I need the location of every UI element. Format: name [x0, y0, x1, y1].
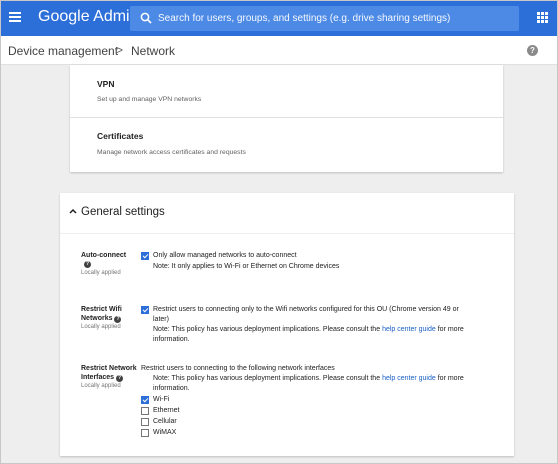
help-question-icon[interactable]: ?: [114, 316, 122, 323]
wifi-checkbox[interactable]: [141, 396, 149, 404]
auto-connect-status: Locally applied: [81, 270, 121, 276]
general-settings-title: General settings: [81, 206, 165, 218]
search-box[interactable]: [130, 6, 519, 31]
help-icon[interactable]: ?: [527, 45, 538, 56]
restrict-wifi-note-line2: information.: [153, 336, 190, 343]
restrict-interfaces-status: Locally applied: [81, 383, 121, 389]
restrict-wifi-label: Restrict Wifi Networks ?: [81, 306, 122, 323]
apps-grid-icon[interactable]: [537, 12, 548, 23]
help-question-icon[interactable]: ?: [84, 261, 91, 268]
help-center-guide-link[interactable]: help center guide: [382, 375, 436, 382]
breadcrumb: Device management > Network: [0, 36, 558, 65]
auto-connect-label: Auto-connect: [81, 252, 127, 259]
chevron-up-icon: [69, 208, 77, 214]
restrict-wifi-note: Note: This policy has various deployment…: [153, 326, 464, 333]
vpn-title: VPN: [97, 79, 115, 89]
auto-connect-note: Note: It only applies to Wi-Fi or Ethern…: [153, 263, 340, 270]
restrict-wifi-option-line1[interactable]: Restrict users to connecting only to the…: [153, 304, 459, 315]
certificates-description: Manage network access certificates and r…: [97, 149, 246, 156]
restrict-wifi-checkbox[interactable]: [141, 306, 149, 314]
section-divider: [60, 233, 514, 234]
restrict-interfaces-note: Note: This policy has various deployment…: [153, 375, 464, 382]
certificates-title: Certificates: [97, 131, 144, 141]
breadcrumb-network: Network: [131, 44, 176, 58]
top-app-bar: Google Admin: [0, 0, 558, 36]
vpn-row[interactable]: VPN Set up and manage VPN networks: [70, 65, 503, 117]
breadcrumb-device-management[interactable]: Device management: [8, 44, 118, 58]
vpn-description: Set up and manage VPN networks: [97, 96, 202, 103]
menu-icon[interactable]: [9, 12, 21, 22]
help-center-guide-link[interactable]: help center guide: [382, 326, 436, 333]
breadcrumb-separator: >: [116, 43, 124, 57]
search-input[interactable]: [158, 6, 513, 31]
cellular-checkbox[interactable]: [141, 418, 149, 426]
help-question-icon[interactable]: ?: [116, 375, 124, 382]
restrict-wifi-status: Locally applied: [81, 324, 121, 330]
ethernet-option-label[interactable]: Ethernet: [153, 405, 179, 416]
general-settings-header[interactable]: General settings: [60, 193, 514, 233]
wifi-option-label[interactable]: Wi-Fi: [153, 394, 169, 405]
network-items-card: VPN Set up and manage VPN networks Certi…: [70, 65, 503, 172]
app-brand[interactable]: Google Admin: [38, 8, 139, 26]
wimax-option-label[interactable]: WiMAX: [153, 427, 176, 438]
search-icon: [140, 12, 152, 24]
auto-connect-checkbox[interactable]: [141, 252, 149, 260]
auto-connect-option[interactable]: Only allow managed networks to auto-conn…: [153, 250, 297, 261]
cellular-option-label[interactable]: Cellular: [153, 416, 177, 427]
general-settings-card: General settings Auto-connect ? Locally …: [60, 193, 514, 456]
ethernet-checkbox[interactable]: [141, 407, 149, 415]
wimax-checkbox[interactable]: [141, 429, 149, 437]
restrict-interfaces-note-line2: information.: [153, 385, 190, 392]
certificates-row[interactable]: Certificates Manage network access certi…: [70, 118, 503, 172]
restrict-interfaces-label: Restrict Network Interfaces ?: [81, 365, 137, 382]
